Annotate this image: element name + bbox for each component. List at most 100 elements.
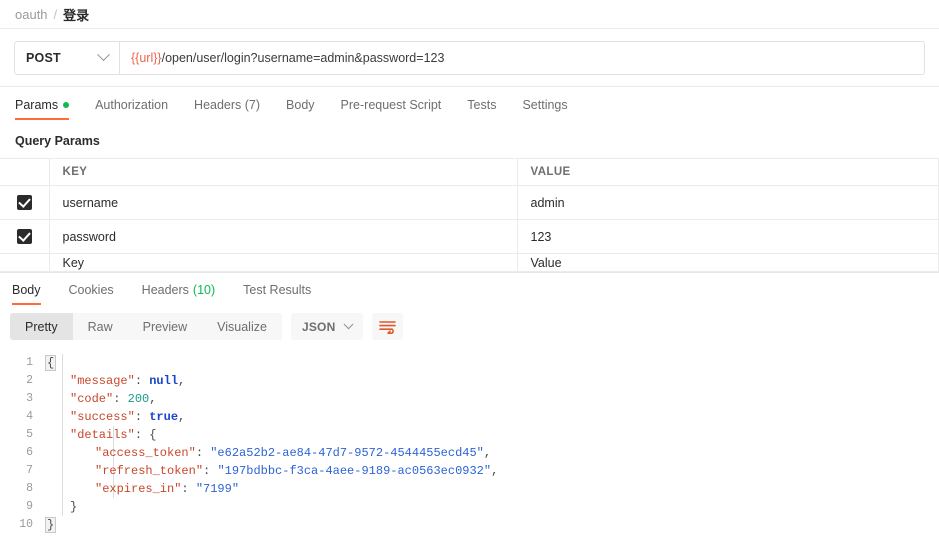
response-tab-headers[interactable]: Headers(10) bbox=[138, 283, 219, 305]
tab-pre-request-script[interactable]: Pre-request Script bbox=[341, 98, 442, 120]
tab-headers[interactable]: Headers (7) bbox=[194, 98, 260, 120]
table-row[interactable]: password 123 bbox=[0, 220, 939, 254]
response-format-label: JSON bbox=[302, 320, 335, 334]
code-line: 2"message": null, bbox=[0, 372, 939, 390]
empty-row-key-placeholder[interactable]: Key bbox=[49, 254, 517, 272]
json-separator: : bbox=[113, 392, 127, 406]
response-tab-cookies[interactable]: Cookies bbox=[65, 283, 118, 305]
json-string-value: "e62a52b2-ae84-47d7-9572-4544455ecd45" bbox=[210, 446, 484, 460]
view-mode-pretty[interactable]: Pretty bbox=[10, 313, 73, 340]
breadcrumb-collection[interactable]: oauth bbox=[15, 7, 48, 22]
json-string-value: "7199" bbox=[196, 482, 239, 496]
json-key: "details" bbox=[70, 428, 135, 442]
wrap-text-icon bbox=[379, 320, 396, 334]
row-checkbox-cell[interactable] bbox=[0, 186, 49, 220]
breadcrumb-current-request[interactable]: 登录 bbox=[63, 5, 89, 24]
json-brace: } bbox=[70, 500, 77, 514]
tab-body[interactable]: Body bbox=[286, 98, 315, 120]
table-header-row: KEY VALUE bbox=[0, 159, 939, 186]
table-row[interactable]: username admin bbox=[0, 186, 939, 220]
chevron-down-icon bbox=[97, 48, 110, 61]
view-mode-visualize[interactable]: Visualize bbox=[202, 313, 282, 340]
json-number-value: 200 bbox=[128, 392, 150, 406]
response-headers-count: (10) bbox=[193, 283, 215, 297]
empty-row-value-placeholder[interactable]: Value bbox=[517, 254, 939, 272]
response-view-toolbar: Pretty Raw Preview Visualize JSON bbox=[0, 305, 939, 348]
url-box: POST {{url}}/open/user/login?username=ad… bbox=[14, 41, 925, 75]
code-text: "code": 200, bbox=[45, 390, 156, 408]
row-value[interactable]: 123 bbox=[517, 220, 939, 254]
code-text: "access_token": "e62a52b2-ae84-47d7-9572… bbox=[45, 444, 491, 462]
http-method-label: POST bbox=[26, 51, 61, 65]
tab-settings[interactable]: Settings bbox=[522, 98, 567, 120]
tab-tests-label: Tests bbox=[467, 98, 496, 112]
chevron-down-icon bbox=[344, 319, 354, 329]
line-number: 5 bbox=[0, 426, 45, 444]
json-brace: { bbox=[149, 428, 156, 442]
response-view-mode-group: Pretty Raw Preview Visualize bbox=[10, 313, 282, 340]
line-number: 10 bbox=[0, 516, 45, 534]
code-fold-brace[interactable]: } bbox=[45, 517, 56, 533]
json-comma: , bbox=[484, 446, 491, 460]
code-line: 3"code": 200, bbox=[0, 390, 939, 408]
line-number: 1 bbox=[0, 354, 45, 372]
line-number: 8 bbox=[0, 480, 45, 498]
tab-params[interactable]: Params bbox=[15, 98, 69, 120]
json-comma: , bbox=[149, 392, 156, 406]
code-line: 8"expires_in": "7199" bbox=[0, 480, 939, 498]
code-text: } bbox=[45, 516, 56, 534]
code-text: "details": { bbox=[45, 426, 156, 444]
row-checkbox-cell[interactable] bbox=[0, 220, 49, 254]
url-variable-token: {{url}} bbox=[131, 51, 162, 65]
response-format-dropdown[interactable]: JSON bbox=[291, 313, 363, 340]
code-text: "message": null, bbox=[45, 372, 185, 390]
tab-tests[interactable]: Tests bbox=[467, 98, 496, 120]
json-comma: , bbox=[178, 374, 185, 388]
header-value: VALUE bbox=[517, 159, 939, 186]
empty-row-checkbox-cell bbox=[0, 254, 49, 272]
json-key: "refresh_token" bbox=[95, 464, 203, 478]
json-key: "success" bbox=[70, 410, 135, 424]
row-key[interactable]: username bbox=[49, 186, 517, 220]
checkbox-checked-icon[interactable] bbox=[17, 195, 32, 210]
row-key[interactable]: password bbox=[49, 220, 517, 254]
code-text: "refresh_token": "197bdbbc-f3ca-4aee-918… bbox=[45, 462, 498, 480]
line-number: 3 bbox=[0, 390, 45, 408]
json-separator: : bbox=[196, 446, 210, 460]
checkbox-checked-icon[interactable] bbox=[17, 229, 32, 244]
wrap-text-button[interactable] bbox=[372, 313, 403, 340]
params-modified-dot-icon bbox=[63, 102, 69, 108]
response-tab-test-results[interactable]: Test Results bbox=[239, 283, 315, 305]
json-key: "expires_in" bbox=[95, 482, 181, 496]
request-tabs: Params Authorization Headers (7) Body Pr… bbox=[0, 87, 939, 120]
tab-headers-label: Headers (7) bbox=[194, 98, 260, 112]
json-separator: : bbox=[181, 482, 195, 496]
tab-authorization[interactable]: Authorization bbox=[95, 98, 168, 120]
response-body-viewer[interactable]: 1{2"message": null,3"code": 200,4"succes… bbox=[0, 348, 939, 546]
table-row-empty[interactable]: Key Value bbox=[0, 254, 939, 272]
tab-settings-label: Settings bbox=[522, 98, 567, 112]
query-params-table: KEY VALUE username admin password 123 Ke… bbox=[0, 158, 939, 272]
request-url-bar: POST {{url}}/open/user/login?username=ad… bbox=[0, 29, 939, 87]
view-mode-raw[interactable]: Raw bbox=[73, 313, 128, 340]
row-value[interactable]: admin bbox=[517, 186, 939, 220]
json-key: "access_token" bbox=[95, 446, 196, 460]
http-method-dropdown[interactable]: POST bbox=[15, 42, 120, 74]
code-line: 9} bbox=[0, 498, 939, 516]
view-mode-preview[interactable]: Preview bbox=[128, 313, 202, 340]
json-comma: , bbox=[491, 464, 498, 478]
response-tab-cookies-label: Cookies bbox=[69, 283, 114, 297]
code-text: } bbox=[45, 498, 77, 516]
code-text: "expires_in": "7199" bbox=[45, 480, 239, 498]
response-tab-body[interactable]: Body bbox=[8, 283, 45, 305]
header-key: KEY bbox=[49, 159, 517, 186]
code-line: 5"details": { bbox=[0, 426, 939, 444]
line-number: 6 bbox=[0, 444, 45, 462]
json-literal-value: null bbox=[149, 374, 178, 388]
code-line: 10} bbox=[0, 516, 939, 534]
url-input[interactable]: {{url}}/open/user/login?username=admin&p… bbox=[120, 42, 924, 74]
json-key: "message" bbox=[70, 374, 135, 388]
code-fold-brace[interactable]: { bbox=[45, 355, 56, 371]
query-params-title: Query Params bbox=[0, 120, 939, 158]
line-number: 4 bbox=[0, 408, 45, 426]
